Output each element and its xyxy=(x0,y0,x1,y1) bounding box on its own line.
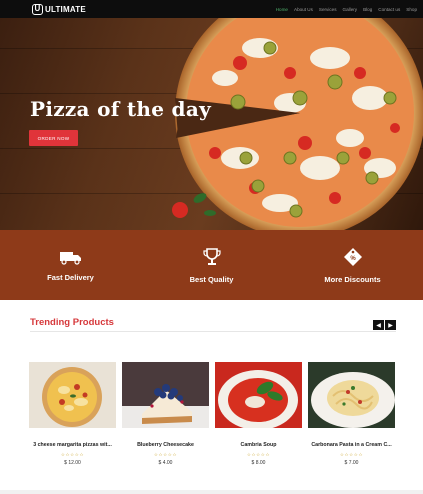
page-footer-edge xyxy=(0,490,423,494)
section-divider xyxy=(30,331,396,332)
order-now-button[interactable]: ORDER NOW xyxy=(29,130,78,146)
hero-title: Pizza of the day xyxy=(30,97,212,121)
product-image-soup[interactable] xyxy=(215,362,302,428)
feature-label: Fast Delivery xyxy=(47,272,94,282)
feature-label: Best Quality xyxy=(189,274,234,284)
nav-item-shop[interactable]: Shop xyxy=(406,7,417,12)
feature-best-quality: Best Quality xyxy=(141,230,282,300)
product-rating: ☆☆☆☆☆ xyxy=(339,452,364,457)
nav-item-contact-us[interactable]: Contact us xyxy=(378,7,400,12)
product-carousel: 3 cheese margarita pizzas wit... ☆☆☆☆☆ $… xyxy=(29,362,396,466)
product-price: $ 7.00 xyxy=(344,460,359,466)
carousel-prev-button[interactable]: ◀ xyxy=(373,320,384,330)
feature-label: More Discounts xyxy=(324,274,381,284)
logo-mark: U xyxy=(32,3,43,15)
trophy-icon xyxy=(202,247,221,265)
nav-item-home[interactable]: Home xyxy=(276,7,288,12)
product-price: $ 8.00 xyxy=(251,460,266,466)
feature-fast-delivery: Fast Delivery xyxy=(0,230,141,300)
hero-banner: Pizza of the day ORDER NOW xyxy=(0,18,423,230)
nav-item-blog[interactable]: Blog xyxy=(363,7,372,12)
product-price: $ 4.00 xyxy=(158,460,173,466)
product-rating: ☆☆☆☆☆ xyxy=(246,452,271,457)
nav-item-services[interactable]: Services xyxy=(319,7,337,12)
product-card[interactable]: Cambria Soup ☆☆☆☆☆ $ 8.00 xyxy=(215,362,302,466)
product-card[interactable]: 3 cheese margarita pizzas wit... ☆☆☆☆☆ $… xyxy=(29,362,116,466)
product-card[interactable]: Carbonara Pasta in a Cream C... ☆☆☆☆☆ $ … xyxy=(308,362,395,466)
site-logo[interactable]: U ULTIMATE xyxy=(32,3,86,15)
page: U ULTIMATE Home About Us Services Galler… xyxy=(0,0,423,494)
product-price: $ 12.00 xyxy=(64,460,81,466)
carousel-next-button[interactable]: ▶ xyxy=(385,320,396,330)
feature-more-discounts: % More Discounts xyxy=(282,230,423,300)
truck-icon xyxy=(59,251,81,265)
product-card[interactable]: Blueberry Cheesecake ☆☆☆☆☆ $ 4.00 xyxy=(122,362,209,466)
nav-item-about-us[interactable]: About Us xyxy=(294,7,313,12)
product-name[interactable]: Carbonara Pasta in a Cream C... xyxy=(311,442,391,448)
main-menu: Home About Us Services Gallery Blog Cont… xyxy=(276,7,417,12)
product-rating: ☆☆☆☆☆ xyxy=(60,452,85,457)
product-name[interactable]: Cambria Soup xyxy=(241,442,277,448)
product-name[interactable]: Blueberry Cheesecake xyxy=(137,442,194,448)
nav-item-gallery[interactable]: Gallery xyxy=(343,7,358,12)
product-name[interactable]: 3 cheese margarita pizzas wit... xyxy=(33,442,112,448)
features-strip: Fast Delivery Best Quality % More Discou… xyxy=(0,230,423,300)
product-image-pasta[interactable] xyxy=(308,362,395,428)
product-rating: ☆☆☆☆☆ xyxy=(153,452,178,457)
pizza-image xyxy=(172,18,423,230)
logo-text: ULTIMATE xyxy=(45,4,86,14)
product-image-cheesecake[interactable] xyxy=(122,362,209,428)
svg-text:%: % xyxy=(350,256,356,262)
trending-products-heading: Trending Products xyxy=(30,317,114,328)
discount-tag-icon: % xyxy=(343,247,362,266)
top-navbar: U ULTIMATE Home About Us Services Galler… xyxy=(0,0,423,18)
product-image-pizza[interactable] xyxy=(29,362,116,428)
